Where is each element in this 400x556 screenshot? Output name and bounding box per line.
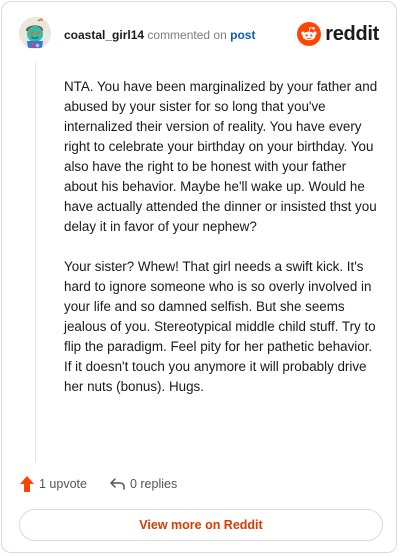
comment-header: coastal_girl14 commented on post reddit: [2, 2, 396, 66]
reddit-logo-icon: [297, 22, 322, 46]
reply-arrow-icon: [110, 478, 125, 490]
username-link[interactable]: coastal_girl14: [64, 28, 144, 42]
view-more-button[interactable]: View more on Reddit: [19, 509, 383, 541]
avatar[interactable]: [19, 17, 51, 49]
comment-actions: 1 upvote 0 replies: [19, 474, 177, 494]
comment-paragraph: NTA. You have been marginalized by your …: [64, 79, 378, 234]
comment-meta: coastal_girl14 commented on post: [64, 27, 255, 43]
comment-action-text: commented on: [147, 28, 227, 42]
reply-count: 0 replies: [129, 477, 178, 491]
thread-line: [35, 62, 36, 462]
upvote-arrow-icon: [20, 476, 34, 492]
upvote-count: 1 upvote: [39, 477, 87, 491]
replies-button[interactable]: 0 replies: [109, 477, 177, 491]
reddit-wordmark: reddit: [325, 22, 379, 45]
upvote-button[interactable]: 1 upvote: [19, 475, 87, 493]
post-link[interactable]: post: [230, 28, 255, 42]
reddit-brand-link[interactable]: reddit: [297, 22, 379, 46]
comment-body: NTA. You have been marginalized by your …: [64, 77, 382, 417]
comment-paragraph: Your sister? Whew! That girl needs a swi…: [64, 259, 376, 394]
snoo-avatar-icon: [19, 17, 51, 49]
comment-embed-card: coastal_girl14 commented on post reddit …: [1, 1, 397, 553]
